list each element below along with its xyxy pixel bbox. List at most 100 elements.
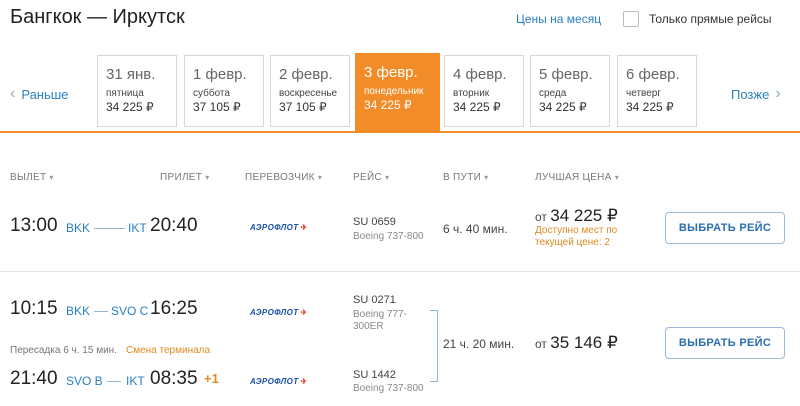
arrival-header-label: ПРИЛЕТ xyxy=(160,172,203,183)
select-flight-button[interactable]: ВЫБРАТЬ РЕЙС xyxy=(665,212,785,244)
arrival-airport: IKT xyxy=(128,221,147,235)
aeroflot-logo: АЭРОФЛОТ ✈ xyxy=(250,377,308,386)
terminal-change: Смена терминала xyxy=(126,345,211,356)
seats-note-line1: Доступно мест по xyxy=(535,225,618,236)
leg2-arrival-time: 08:35 xyxy=(150,368,198,389)
sort-arrow-icon: ▾ xyxy=(484,173,489,182)
sort-arrow-icon: ▾ xyxy=(614,173,620,182)
leg1-aircraft-line2: 300ER xyxy=(353,321,384,332)
price: от 35 146 ₽ xyxy=(535,333,618,353)
leg1-arrival-time: 16:25 xyxy=(150,298,198,319)
connection-bracket xyxy=(430,310,438,382)
date-price: 34 225 ₽ xyxy=(539,100,587,114)
month-prices-link[interactable]: Цены на месяц xyxy=(516,12,601,26)
price: от 34 225 ₽ xyxy=(535,206,618,226)
aeroflot-logo-text: АЭРОФЛОТ xyxy=(250,308,299,317)
date-label: 2 февр. xyxy=(279,66,333,83)
date-label: 1 февр. xyxy=(193,66,247,83)
flight-number: SU 0659 xyxy=(353,216,396,228)
page-title: Бангкок — Иркутск xyxy=(10,6,185,28)
arrival-time: 20:40 xyxy=(150,215,198,236)
transfer-duration: Пересадка 6 ч. 15 мин. xyxy=(10,345,117,356)
sort-arrow-icon: ▾ xyxy=(317,173,323,182)
leg2-departure-airport: SVO B xyxy=(66,374,103,388)
leg2-departure-time: 21:40 xyxy=(10,368,58,389)
direct-only-label[interactable]: Только прямые рейсы xyxy=(649,12,772,26)
weekday-label: понедельник xyxy=(364,86,424,97)
weekday-label: воскресенье xyxy=(279,88,338,99)
earlier-label: Раньше xyxy=(21,86,69,102)
later-button[interactable]: Позже › xyxy=(731,86,781,102)
price-prefix: от xyxy=(535,210,547,224)
aeroflot-logo-text: АЭРОФЛОТ xyxy=(250,223,299,232)
sort-flight[interactable]: РЕЙС ▾ xyxy=(353,172,389,183)
aeroflot-logo: АЭРОФЛОТ ✈ xyxy=(250,223,308,232)
duration-header-label: В ПУТИ xyxy=(443,172,482,183)
wings-icon: ✈ xyxy=(300,223,308,232)
date-card-3-feb-selected[interactable]: 3 февр. понедельник 34 225 ₽ xyxy=(355,53,440,131)
date-label: 4 февр. xyxy=(453,66,507,83)
sort-best-price[interactable]: ЛУЧШАЯ ЦЕНА ▾ xyxy=(535,172,619,183)
date-price: 34 225 ₽ xyxy=(626,100,674,114)
date-card-5-feb[interactable]: 5 февр. среда 34 225 ₽ xyxy=(530,55,610,127)
leg1-departure-time: 10:15 xyxy=(10,298,58,319)
accent-divider xyxy=(0,131,800,133)
route-line xyxy=(94,228,125,229)
leg1-flight-number: SU 0271 xyxy=(353,294,396,306)
sort-arrow-icon: ▾ xyxy=(384,173,390,182)
sort-carrier[interactable]: ПЕРЕВОЗЧИК ▾ xyxy=(245,172,322,183)
date-card-1-feb[interactable]: 1 февр. суббота 37 105 ₽ xyxy=(184,55,264,127)
date-price: 34 225 ₽ xyxy=(106,100,154,114)
next-day-badge: +1 xyxy=(204,371,219,386)
best-price-header-label: ЛУЧШАЯ ЦЕНА xyxy=(535,172,612,183)
wings-icon: ✈ xyxy=(300,308,308,317)
aeroflot-logo: АЭРОФЛОТ ✈ xyxy=(250,308,308,317)
leg2-flight-number: SU 1442 xyxy=(353,369,396,381)
earlier-button[interactable]: ‹ Раньше xyxy=(10,86,68,102)
leg1-departure-airport: BKK xyxy=(66,304,91,318)
price-value: 35 146 ₽ xyxy=(550,333,618,352)
sort-departure[interactable]: ВЫЛЕТ ▾ xyxy=(10,172,54,183)
sort-duration[interactable]: В ПУТИ ▾ xyxy=(443,172,488,183)
leg2-aircraft-type: Boeing 737-800 xyxy=(353,383,424,394)
date-card-4-feb[interactable]: 4 февр. вторник 34 225 ₽ xyxy=(444,55,524,127)
price-value: 34 225 ₽ xyxy=(550,206,618,225)
row-divider xyxy=(0,271,800,272)
weekday-label: среда xyxy=(539,88,567,99)
date-card-6-feb[interactable]: 6 февр. четверг 34 225 ₽ xyxy=(617,55,697,127)
aircraft-type: Boeing 737-800 xyxy=(353,231,424,242)
chevron-right-icon: › xyxy=(775,85,781,102)
date-label: 5 февр. xyxy=(539,66,593,83)
date-label: 6 февр. xyxy=(626,66,680,83)
leg1-aircraft-line1: Boeing 777- xyxy=(353,309,407,320)
date-label: 31 янв. xyxy=(106,66,156,83)
date-price: 34 225 ₽ xyxy=(364,98,412,112)
flight-duration: 6 ч. 40 мин. xyxy=(443,222,508,236)
departure-time: 13:00 xyxy=(10,215,58,236)
carrier-header-label: ПЕРЕВОЗЧИК xyxy=(245,172,315,183)
leg2-arrival-airport: IKT xyxy=(126,374,145,388)
leg1-arrival-airport: SVO C xyxy=(111,304,149,318)
date-price: 37 105 ₽ xyxy=(279,100,327,114)
flight-header-label: РЕЙС xyxy=(353,172,382,183)
weekday-label: пятница xyxy=(106,88,144,99)
sort-arrow-icon: ▾ xyxy=(205,173,210,182)
weekday-label: суббота xyxy=(193,88,230,99)
wings-icon: ✈ xyxy=(300,377,308,386)
date-card-2-feb[interactable]: 2 февр. воскресенье 37 105 ₽ xyxy=(270,55,350,127)
date-label: 3 февр. xyxy=(364,64,418,81)
sort-arrow-icon: ▾ xyxy=(49,173,54,182)
aeroflot-logo-text: АЭРОФЛОТ xyxy=(250,377,299,386)
seats-note-line2: текущей цене: 2 xyxy=(535,237,610,248)
sort-arrival[interactable]: ПРИЛЕТ ▾ xyxy=(160,172,210,183)
departure-airport: BKK xyxy=(66,221,91,235)
direct-only-checkbox[interactable] xyxy=(623,11,639,27)
select-flight-button[interactable]: ВЫБРАТЬ РЕЙС xyxy=(665,327,785,359)
date-price: 37 105 ₽ xyxy=(193,100,241,114)
chevron-left-icon: ‹ xyxy=(10,85,16,102)
weekday-label: четверг xyxy=(626,88,661,99)
date-card-31-jan[interactable]: 31 янв. пятница 34 225 ₽ xyxy=(97,55,177,127)
price-prefix: от xyxy=(535,337,547,351)
route-line xyxy=(94,311,108,312)
date-price: 34 225 ₽ xyxy=(453,100,501,114)
